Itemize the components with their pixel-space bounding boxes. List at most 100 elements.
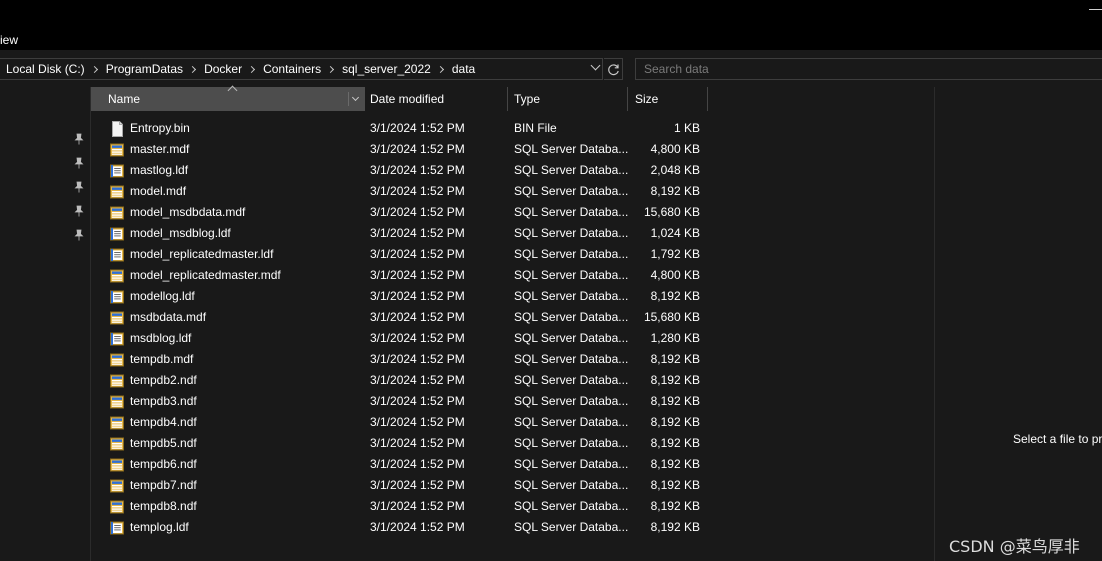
column-header-size[interactable]: Size bbox=[628, 87, 708, 111]
file-row[interactable]: model.mdf 3/1/2024 1:52 PM SQL Server Data… bbox=[91, 181, 708, 202]
sql-database-file-icon bbox=[110, 205, 125, 221]
file-row[interactable]: model_replicatedmaster.mdf 3/1/2024 1:52 … bbox=[91, 265, 708, 286]
column-resize-handle[interactable] bbox=[707, 87, 708, 111]
file-date-modified: 3/1/2024 1:52 PM bbox=[370, 331, 465, 345]
file-size: 1 KB bbox=[673, 121, 700, 135]
file-row[interactable]: model_msdbdata.mdf 3/1/2024 1:52 PM SQL Se… bbox=[91, 202, 708, 223]
file-type: SQL Server Databa... bbox=[514, 226, 629, 240]
column-header-type[interactable]: Type bbox=[508, 87, 628, 111]
file-row[interactable]: model_replicatedmaster.ldf 3/1/2024 1:52 … bbox=[91, 244, 708, 265]
file-row[interactable]: msdbdata.mdf 3/1/2024 1:52 PM SQL Server D… bbox=[91, 307, 708, 328]
sql-log-file-icon bbox=[110, 226, 125, 242]
pin-icon bbox=[74, 157, 84, 169]
file-type: SQL Server Databa... bbox=[514, 268, 629, 282]
file-size: 8,192 KB bbox=[650, 415, 700, 429]
file-name: model_msdbdata.mdf bbox=[130, 205, 246, 219]
breadcrumb-chevron-icon[interactable] bbox=[436, 65, 444, 73]
search-box[interactable] bbox=[635, 58, 1102, 80]
file-name: modellog.ldf bbox=[130, 289, 195, 303]
sql-database-file-icon bbox=[110, 268, 125, 284]
minimize-icon[interactable] bbox=[1089, 9, 1102, 10]
file-type: SQL Server Databa... bbox=[514, 184, 629, 198]
sql-log-file-icon bbox=[110, 289, 125, 305]
sql-database-file-icon bbox=[110, 142, 125, 158]
file-size: 8,192 KB bbox=[650, 184, 700, 198]
file-date-modified: 3/1/2024 1:52 PM bbox=[370, 268, 465, 282]
sql-database-file-icon bbox=[110, 310, 125, 326]
crumb-sql-server-2022[interactable]: sql_server_2022 bbox=[342, 62, 431, 76]
file-row[interactable]: tempdb4.ndf 3/1/2024 1:52 PM SQL Server Da… bbox=[91, 412, 708, 433]
crumb-containers[interactable]: Containers bbox=[263, 62, 321, 76]
address-history-chevron-down-icon[interactable] bbox=[590, 60, 601, 71]
pin-icon bbox=[74, 205, 84, 217]
file-type: SQL Server Databa... bbox=[514, 205, 629, 219]
file-type: SQL Server Databa... bbox=[514, 247, 629, 261]
file-row[interactable]: tempdb2.ndf 3/1/2024 1:52 PM SQL Server Da… bbox=[91, 370, 708, 391]
file-name: templog.ldf bbox=[130, 520, 189, 534]
file-row[interactable]: mastlog.ldf 3/1/2024 1:52 PM SQL Server Da… bbox=[91, 160, 708, 181]
sql-database-file-icon bbox=[110, 499, 125, 515]
file-row[interactable]: master.mdf 3/1/2024 1:52 PM SQL Server Dat… bbox=[91, 139, 708, 160]
breadcrumb-chevron-icon[interactable] bbox=[327, 65, 335, 73]
file-name: model_replicatedmaster.mdf bbox=[130, 268, 281, 282]
breadcrumb-chevron-icon[interactable] bbox=[248, 65, 256, 73]
crumb-docker[interactable]: Docker bbox=[204, 62, 242, 76]
column-header-date[interactable]: Date modified bbox=[365, 87, 508, 111]
sql-database-file-icon bbox=[110, 457, 125, 473]
file-name: tempdb5.ndf bbox=[130, 436, 197, 450]
file-name: model_msdblog.ldf bbox=[130, 226, 231, 240]
file-date-modified: 3/1/2024 1:52 PM bbox=[370, 184, 465, 198]
file-list-pane: Name Date modified Type Size Entropy.bin… bbox=[91, 85, 934, 561]
breadcrumb-chevron-icon[interactable] bbox=[189, 65, 197, 73]
refresh-button[interactable] bbox=[604, 58, 623, 80]
file-row[interactable]: tempdb7.ndf 3/1/2024 1:52 PM SQL Server Da… bbox=[91, 475, 708, 496]
file-row[interactable]: tempdb5.ndf 3/1/2024 1:52 PM SQL Server Da… bbox=[91, 433, 708, 454]
file-date-modified: 3/1/2024 1:52 PM bbox=[370, 373, 465, 387]
file-name: tempdb8.ndf bbox=[130, 499, 197, 513]
crumb-programdatas[interactable]: ProgramDatas bbox=[106, 62, 183, 76]
file-type: SQL Server Databa... bbox=[514, 310, 629, 324]
crumb-local-disk[interactable]: Local Disk (C:) bbox=[6, 62, 85, 76]
file-date-modified: 3/1/2024 1:52 PM bbox=[370, 436, 465, 450]
file-date-modified: 3/1/2024 1:52 PM bbox=[370, 310, 465, 324]
file-name: mastlog.ldf bbox=[130, 163, 189, 177]
file-type: SQL Server Databa... bbox=[514, 163, 629, 177]
file-date-modified: 3/1/2024 1:52 PM bbox=[370, 415, 465, 429]
file-row[interactable]: tempdb.mdf 3/1/2024 1:52 PM SQL Server Dat… bbox=[91, 349, 708, 370]
file-row[interactable]: tempdb8.ndf 3/1/2024 1:52 PM SQL Server Da… bbox=[91, 496, 708, 517]
file-size: 8,192 KB bbox=[650, 373, 700, 387]
file-date-modified: 3/1/2024 1:52 PM bbox=[370, 352, 465, 366]
menu-view[interactable]: iew bbox=[0, 33, 18, 47]
file-row[interactable]: tempdb6.ndf 3/1/2024 1:52 PM SQL Server Da… bbox=[91, 454, 708, 475]
file-row[interactable]: model_msdblog.ldf 3/1/2024 1:52 PM SQL Ser… bbox=[91, 223, 708, 244]
address-bar[interactable]: Local Disk (C:) ProgramDatas Docker Cont… bbox=[0, 58, 603, 80]
crumb-data[interactable]: data bbox=[452, 62, 475, 76]
file-type: SQL Server Databa... bbox=[514, 415, 629, 429]
file-name: tempdb.mdf bbox=[130, 352, 194, 366]
file-row[interactable]: templog.ldf 3/1/2024 1:52 PM SQL Server Da… bbox=[91, 517, 708, 538]
column-resize-handle[interactable] bbox=[507, 87, 508, 111]
file-row[interactable]: tempdb3.ndf 3/1/2024 1:52 PM SQL Server Da… bbox=[91, 391, 708, 412]
file-row[interactable]: modellog.ldf 3/1/2024 1:52 PM SQL Server D… bbox=[91, 286, 708, 307]
sort-ascending-icon bbox=[227, 85, 238, 96]
file-date-modified: 3/1/2024 1:52 PM bbox=[370, 142, 465, 156]
file-row[interactable]: msdblog.ldf 3/1/2024 1:52 PM SQL Server Da… bbox=[91, 328, 708, 349]
file-date-modified: 3/1/2024 1:52 PM bbox=[370, 205, 465, 219]
file-date-modified: 3/1/2024 1:52 PM bbox=[370, 520, 465, 534]
column-header-name[interactable]: Name bbox=[91, 85, 365, 111]
search-input[interactable] bbox=[636, 59, 1102, 79]
column-filter-chevron-down-icon[interactable] bbox=[351, 93, 360, 102]
sql-log-file-icon bbox=[110, 331, 125, 347]
file-date-modified: 3/1/2024 1:52 PM bbox=[370, 121, 465, 135]
file-row[interactable]: Entropy.bin 3/1/2024 1:52 PM BIN File 1 KB bbox=[91, 118, 708, 139]
file-size: 1,792 KB bbox=[650, 247, 700, 261]
file-size: 8,192 KB bbox=[650, 499, 700, 513]
sql-log-file-icon bbox=[110, 163, 125, 179]
file-name: tempdb4.ndf bbox=[130, 415, 197, 429]
breadcrumb-chevron-icon[interactable] bbox=[90, 65, 98, 73]
sql-database-file-icon bbox=[110, 373, 125, 389]
file-type: SQL Server Databa... bbox=[514, 520, 629, 534]
file-size: 15,680 KB bbox=[643, 310, 700, 324]
column-resize-handle[interactable] bbox=[627, 87, 628, 111]
file-name: master.mdf bbox=[130, 142, 190, 156]
